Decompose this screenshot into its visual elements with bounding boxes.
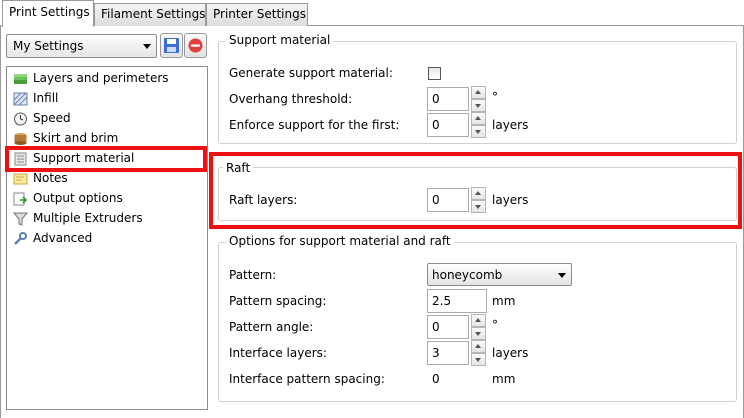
enforce-spinner[interactable]	[471, 112, 486, 138]
spin-down-icon[interactable]	[471, 99, 486, 112]
overhang-label: Overhang threshold:	[229, 92, 353, 106]
spacing-label: Pattern spacing:	[229, 294, 327, 308]
tab-printer-settings[interactable]: Printer Settings	[206, 3, 308, 26]
tree-item-infill[interactable]: Infill	[11, 89, 205, 108]
tab-bar: Print Settings Filament Settings Printer…	[0, 0, 744, 27]
pattern-label: Pattern:	[229, 268, 277, 282]
tree-item-advanced[interactable]: Advanced	[11, 229, 205, 248]
tree-label: Multiple Extruders	[33, 211, 143, 225]
tree-item-speed[interactable]: Speed	[11, 109, 205, 128]
tree-label: Skirt and brim	[33, 131, 119, 145]
pattern-dropdown[interactable]: honeycomb	[427, 263, 572, 286]
spin-up-icon[interactable]	[471, 314, 486, 327]
highlight-box-support	[5, 146, 207, 172]
group-title: Support material	[226, 33, 334, 47]
overhang-input[interactable]: 0	[427, 87, 469, 111]
tree-label: Infill	[33, 91, 59, 105]
funnel-icon	[13, 212, 28, 226]
save-preset-button[interactable]	[160, 33, 183, 58]
highlight-box-raft	[209, 152, 742, 229]
skirt-icon	[14, 133, 27, 145]
angle-label: Pattern angle:	[229, 320, 314, 334]
interface-layers-input[interactable]: 3	[427, 341, 469, 365]
tree-label: Advanced	[33, 231, 93, 245]
interface-layers-label: Interface layers:	[229, 346, 327, 360]
angle-unit: °	[492, 318, 498, 332]
group-title: Options for support material and raft	[226, 234, 454, 248]
interface-layers-spinner[interactable]	[471, 340, 486, 366]
interface-spacing-unit: mm	[492, 372, 516, 386]
save-icon	[164, 38, 179, 53]
options-group: Options for support material and raft Pa…	[218, 234, 737, 402]
chevron-down-icon	[143, 44, 151, 49]
tab-print-settings[interactable]: Print Settings	[2, 0, 94, 27]
spin-up-icon[interactable]	[471, 112, 486, 125]
spin-down-icon[interactable]	[471, 327, 486, 340]
tree-item-layers[interactable]: Layers and perimeters	[11, 69, 205, 88]
support-material-group: Support material Generate support materi…	[218, 33, 737, 144]
chevron-down-icon	[558, 273, 566, 278]
settings-tree: Layers and perimeters Infill Speed Skirt…	[6, 66, 208, 410]
tree-label: Output options	[33, 191, 123, 205]
overhang-unit: °	[492, 90, 498, 104]
output-icon	[13, 192, 28, 206]
interface-spacing-label: Interface pattern spacing:	[229, 372, 385, 386]
wrench-icon	[14, 232, 27, 245]
delete-icon	[188, 38, 203, 53]
layers-icon	[14, 74, 27, 84]
pattern-value: honeycomb	[432, 268, 503, 282]
spacing-input[interactable]: 2.5	[427, 289, 487, 313]
tree-label: Speed	[33, 111, 71, 125]
spin-down-icon[interactable]	[471, 125, 486, 138]
tree-item-extruders[interactable]: Multiple Extruders	[11, 209, 205, 228]
tree-label: Layers and perimeters	[33, 71, 169, 85]
tab-filament-settings[interactable]: Filament Settings	[94, 3, 206, 26]
interface-layers-unit: layers	[492, 346, 529, 360]
preset-value: My Settings	[13, 39, 84, 53]
generate-support-checkbox[interactable]	[428, 67, 441, 80]
enforce-input[interactable]: 0	[427, 113, 469, 137]
tree-label: Notes	[33, 171, 68, 185]
infill-icon	[13, 92, 28, 106]
tree-item-output[interactable]: Output options	[11, 189, 205, 208]
generate-support-label: Generate support material:	[229, 66, 393, 80]
delete-preset-button[interactable]	[184, 33, 207, 58]
enforce-label: Enforce support for the first:	[229, 118, 400, 132]
spacing-unit: mm	[492, 294, 516, 308]
preset-dropdown[interactable]: My Settings	[6, 34, 157, 58]
spin-up-icon[interactable]	[471, 340, 486, 353]
enforce-unit: layers	[492, 118, 529, 132]
speed-icon	[14, 112, 27, 126]
spin-up-icon[interactable]	[471, 86, 486, 99]
angle-spinner[interactable]	[471, 314, 486, 340]
notes-icon	[13, 173, 28, 185]
overhang-spinner[interactable]	[471, 86, 486, 112]
angle-input[interactable]: 0	[427, 315, 469, 339]
interface-spacing-value: 0	[432, 372, 440, 386]
spin-down-icon[interactable]	[471, 353, 486, 366]
